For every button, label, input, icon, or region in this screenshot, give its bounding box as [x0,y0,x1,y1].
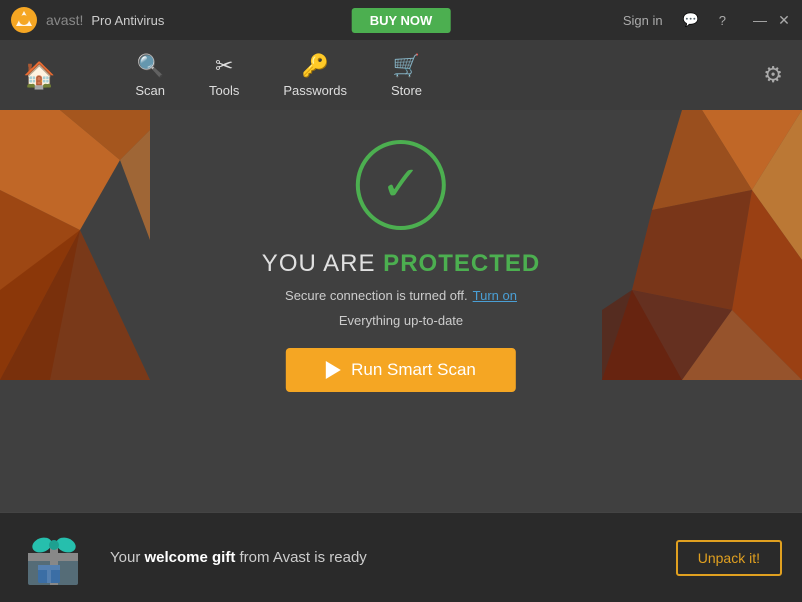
checkmark-icon: ✓ [381,161,421,209]
passwords-label: Passwords [283,83,347,98]
gift-prefix: Your [110,549,144,566]
home-button[interactable]: 🏠 [15,60,63,91]
nav-bar: 🏠 🔍 Scan ✂ Tools 🔑 Passwords 🛒 Store ⚙ [0,40,802,110]
main-content: ✓ YOU ARE PROTECTED Secure connection is… [0,110,802,512]
tools-icon: ✂ [215,53,233,79]
logo-area: avast! Pro Antivirus [10,6,164,34]
title-actions: Sign in 💬 ? — ✕ [619,10,792,30]
sign-in-button[interactable]: Sign in [619,11,667,30]
gift-icon [20,523,90,593]
you-are-text: YOU ARE [262,250,376,277]
run-scan-label: Run Smart Scan [351,360,476,380]
protected-word: PROTECTED [383,250,540,277]
tools-label: Tools [209,83,239,98]
gift-svg [20,523,90,593]
turn-on-link[interactable]: Turn on [473,288,517,303]
play-icon [326,361,341,379]
bottom-bar: Your welcome gift from Avast is ready Un… [0,512,802,602]
store-icon: 🛒 [393,53,420,79]
nav-items: 🔍 Scan ✂ Tools 🔑 Passwords 🛒 Store [113,45,759,106]
status-circle: ✓ [356,140,446,230]
avast-logo-icon [10,6,38,34]
unpack-button[interactable]: Unpack it! [676,540,782,576]
run-smart-scan-button[interactable]: Run Smart Scan [286,348,516,392]
scan-label: Scan [135,83,165,98]
nav-item-scan[interactable]: 🔍 Scan [113,45,187,106]
nav-item-passwords[interactable]: 🔑 Passwords [261,45,369,106]
title-bar: avast! Pro Antivirus BUY NOW Sign in 💬 ?… [0,0,802,40]
nav-item-store[interactable]: 🛒 Store [369,45,444,106]
secure-connection-line: Secure connection is turned off. Turn on [285,288,517,303]
buy-now-button[interactable]: BUY NOW [352,8,451,33]
settings-button[interactable]: ⚙ [759,58,787,92]
nav-item-tools[interactable]: ✂ Tools [187,45,261,106]
protection-status-text: YOU ARE PROTECTED [262,250,540,278]
bg-decoration-right [602,110,802,380]
bg-decoration-left [0,110,150,380]
gift-message-text: Your welcome gift from Avast is ready [110,549,656,566]
store-label: Store [391,83,422,98]
gift-suffix: from Avast is ready [235,549,366,566]
chat-icon[interactable]: 💬 [679,10,703,30]
minimize-button[interactable]: — [752,12,768,28]
uptodate-text: Everything up-to-date [339,313,463,328]
app-title: avast! [46,12,83,28]
scan-icon: 🔍 [136,53,163,79]
secure-connection-text: Secure connection is turned off. [285,288,468,303]
center-content: ✓ YOU ARE PROTECTED Secure connection is… [262,140,540,392]
help-icon[interactable]: ? [715,11,730,30]
app-name: Pro Antivirus [91,13,164,28]
passwords-icon: 🔑 [301,53,328,79]
gift-bold: welcome gift [144,549,235,566]
close-button[interactable]: ✕ [776,12,792,28]
window-controls: — ✕ [752,12,792,28]
